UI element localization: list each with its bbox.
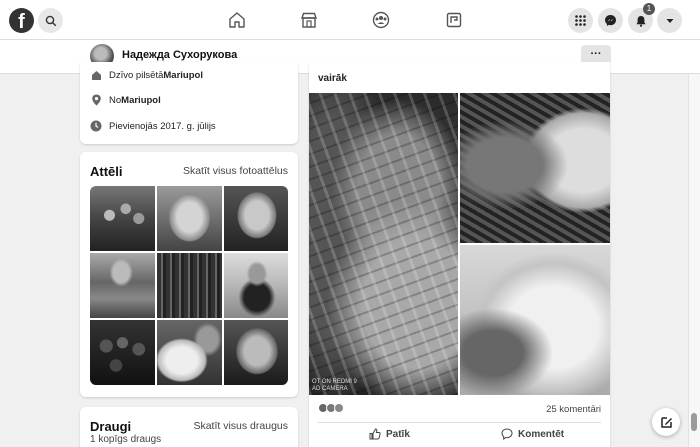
photo-grid xyxy=(90,186,288,385)
from-row: No Mariupol xyxy=(90,94,161,106)
friends-title[interactable]: Draugi xyxy=(90,419,131,434)
menu-grid-icon xyxy=(575,15,586,26)
menu-button[interactable] xyxy=(568,8,593,33)
comment-label: Komentēt xyxy=(518,428,565,440)
photos-card: Attēli Skatīt visus fotoattēlus xyxy=(80,152,298,397)
friends-card: Draugi Skatīt visus draugus 1 kopīgs dra… xyxy=(80,407,298,447)
thumbs-up-icon xyxy=(369,428,381,440)
post-photo-collage: OT ON REDMI 9 AD CAMERA xyxy=(309,93,610,395)
photo-thumbnail[interactable] xyxy=(157,253,222,318)
from-prefix: No xyxy=(109,94,122,106)
messenger-button[interactable] xyxy=(598,8,623,33)
post-photo-dog-closeup[interactable] xyxy=(460,245,610,395)
location-pin-icon xyxy=(90,94,102,106)
comments-count[interactable]: 25 komentāri xyxy=(546,404,601,415)
new-message-button[interactable] xyxy=(652,408,680,436)
see-all-friends-link[interactable]: Skatīt visus draugus xyxy=(193,420,288,432)
from-city[interactable]: Mariupol xyxy=(121,95,161,106)
search-button[interactable] xyxy=(38,8,63,33)
see-all-photos-link[interactable]: Skatīt visus fotoattēlus xyxy=(183,165,288,177)
top-navigation-bar: f 1 xyxy=(0,0,700,40)
reaction-icons[interactable] xyxy=(318,403,344,413)
like-button[interactable]: Patīk xyxy=(369,428,410,440)
marketplace-icon xyxy=(301,12,317,28)
scrollbar-thumb[interactable] xyxy=(691,413,697,431)
compose-icon xyxy=(660,416,672,428)
joined-text: Pievienojās 2017. g. jūlijs xyxy=(109,120,216,132)
gaming-icon xyxy=(446,12,462,28)
like-label: Patīk xyxy=(386,428,410,440)
photo-thumbnail[interactable] xyxy=(224,186,288,251)
photo-thumbnail[interactable] xyxy=(224,253,288,318)
search-icon xyxy=(45,15,56,26)
post-card: vairāk OT ON REDMI 9 AD CAMERA 25 komentā… xyxy=(309,62,610,447)
photo-thumbnail[interactable] xyxy=(157,186,222,251)
lives-in-row: Dzīvo pilsētā Mariupol xyxy=(90,69,203,81)
home-tab[interactable] xyxy=(226,9,248,31)
photo-thumbnail[interactable] xyxy=(157,320,222,385)
camera-watermark: OT ON REDMI 9 AD CAMERA xyxy=(312,379,357,392)
photo-thumbnail[interactable] xyxy=(90,253,155,318)
see-more-link[interactable]: vairāk xyxy=(318,73,347,84)
lives-in-prefix: Dzīvo pilsētā xyxy=(109,69,164,81)
photo-thumbnail[interactable] xyxy=(90,320,155,385)
comment-button[interactable]: Komentēt xyxy=(501,428,564,440)
messenger-icon xyxy=(605,15,616,26)
photo-thumbnail[interactable] xyxy=(90,186,155,251)
photos-title[interactable]: Attēli xyxy=(90,164,123,179)
lives-in-city[interactable]: Mariupol xyxy=(163,70,203,81)
notification-badge: 1 xyxy=(643,3,655,15)
facebook-logo[interactable]: f xyxy=(9,8,34,33)
profile-name[interactable]: Надежда Сухорукова xyxy=(122,49,237,61)
photo-thumbnail[interactable] xyxy=(224,320,288,385)
post-photo-cat-pillow[interactable]: OT ON REDMI 9 AD CAMERA xyxy=(309,93,458,395)
care-reaction-icon xyxy=(334,403,344,413)
home-icon xyxy=(229,12,245,28)
clock-icon xyxy=(90,120,102,132)
gaming-tab[interactable] xyxy=(443,9,465,31)
home-icon xyxy=(90,69,102,81)
chevron-down-icon xyxy=(666,18,673,23)
joined-row: Pievienojās 2017. g. jūlijs xyxy=(90,120,216,132)
mutual-friends-count[interactable]: 1 kopīgs draugs xyxy=(90,434,161,445)
marketplace-tab[interactable] xyxy=(298,9,320,31)
comment-icon xyxy=(501,428,513,440)
post-photo-dog-rug[interactable] xyxy=(460,93,610,243)
groups-icon xyxy=(372,11,390,29)
account-menu-button[interactable] xyxy=(657,8,682,33)
intro-card: Dzīvo pilsētā Mariupol No Mariupol Pievi… xyxy=(80,62,298,144)
post-divider xyxy=(318,422,601,423)
bell-icon xyxy=(635,15,646,27)
page-scrollbar[interactable] xyxy=(688,74,700,447)
groups-tab[interactable] xyxy=(370,9,392,31)
